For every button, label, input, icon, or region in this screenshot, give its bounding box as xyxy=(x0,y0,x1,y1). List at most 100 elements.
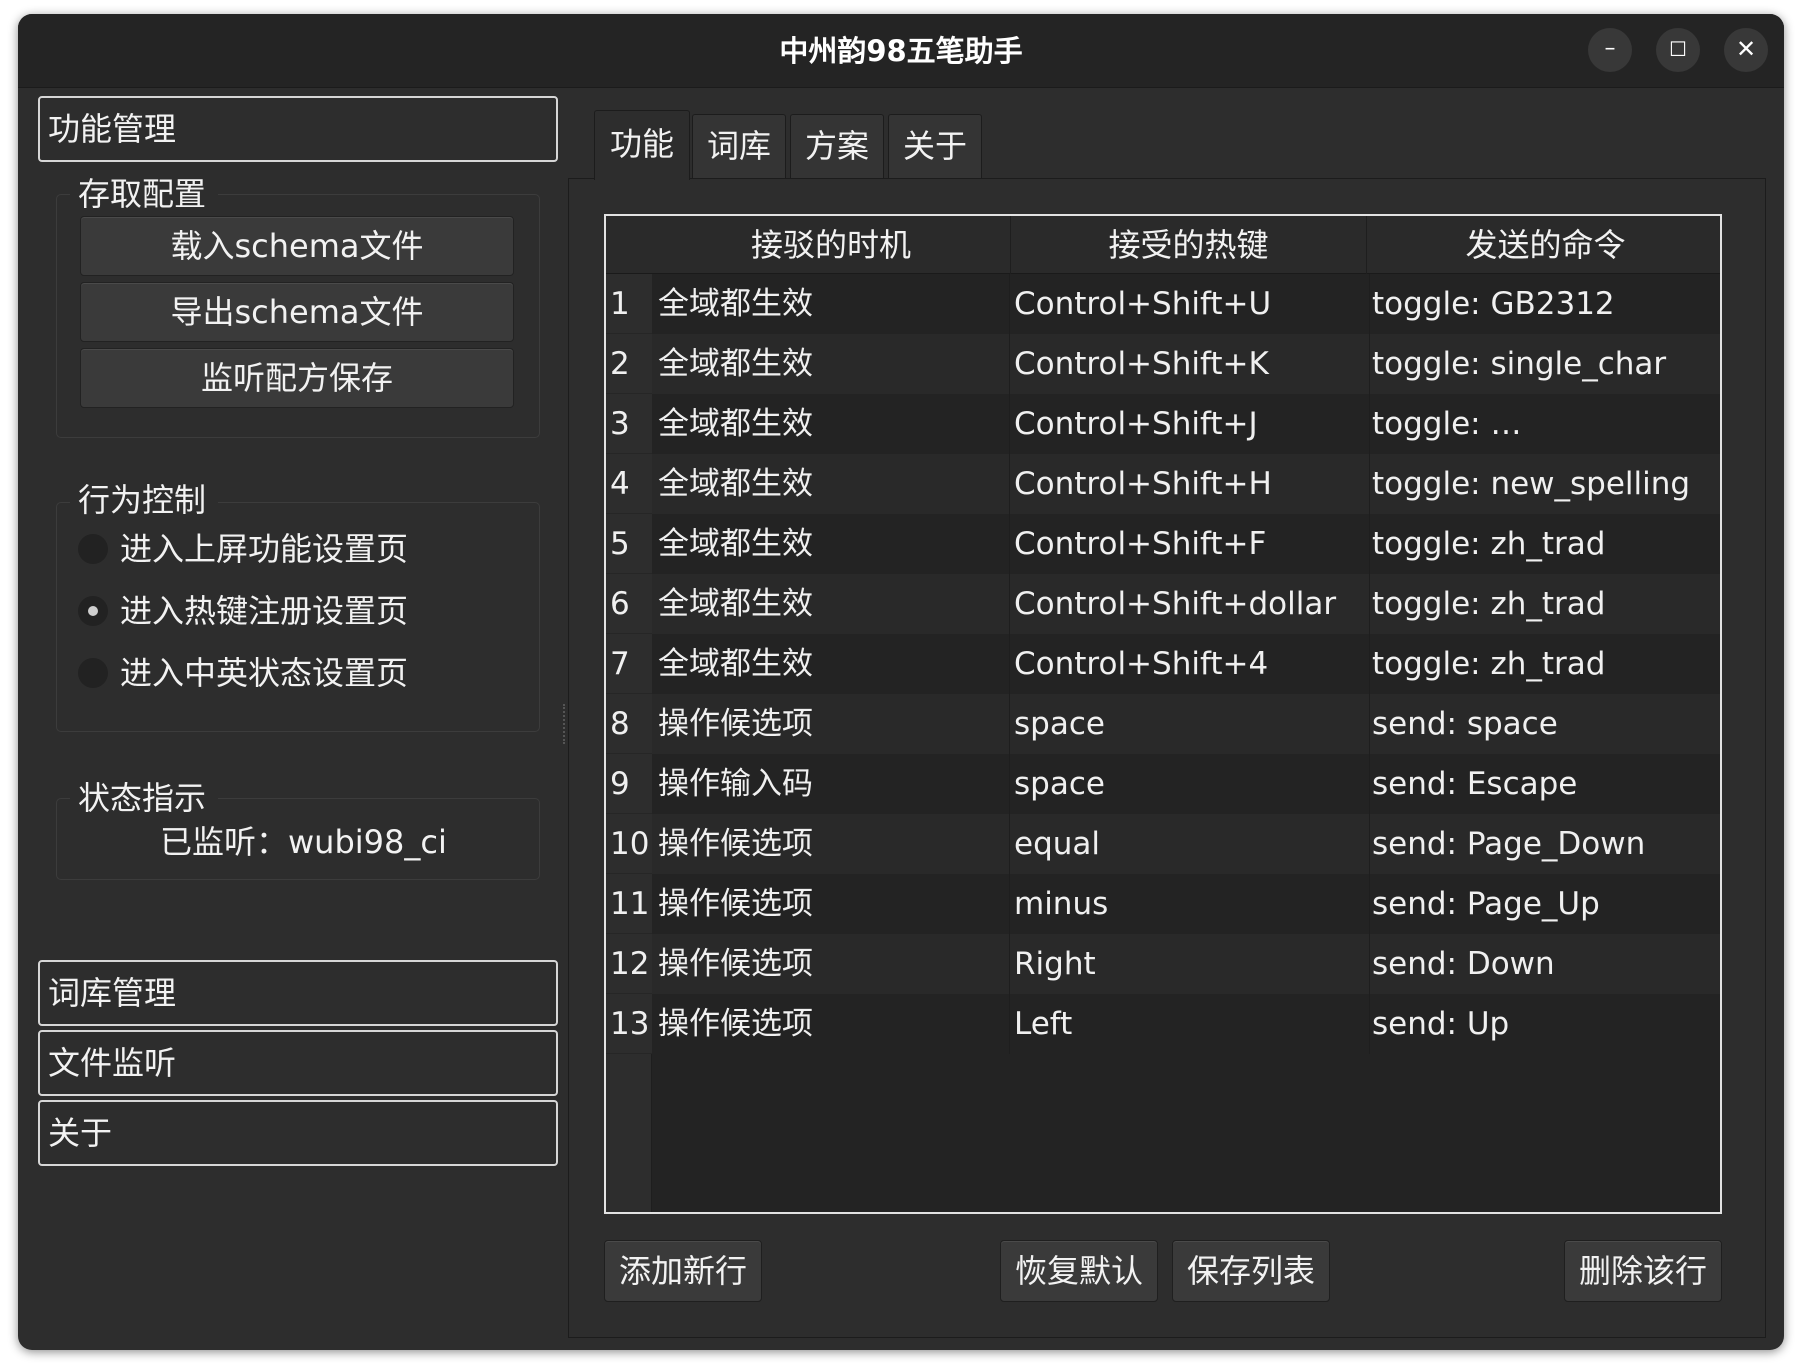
export-schema-button[interactable]: 导出schema文件 xyxy=(80,282,514,342)
cell-timing[interactable]: 全域都生效 xyxy=(658,394,1010,454)
table-header: 接驳的时机 接受的热键 发送的命令 xyxy=(606,216,1720,274)
function-mgmt-button[interactable]: 功能管理 xyxy=(38,96,558,162)
cell-hotkey[interactable]: Control+Shift+K xyxy=(1014,334,1370,394)
column-header-hotkey[interactable]: 接受的热键 xyxy=(1010,216,1366,274)
cell-hotkey[interactable]: equal xyxy=(1014,814,1370,874)
table-row[interactable]: 6 全域都生效 Control+Shift+dollar toggle: zh_tra… xyxy=(606,574,1720,634)
table-row[interactable]: 7 全域都生效 Control+Shift+4 toggle: zh_trad xyxy=(606,634,1720,694)
row-number[interactable]: 11 xyxy=(606,874,652,934)
cell-command[interactable]: toggle: new_spelling xyxy=(1372,454,1720,514)
table-row[interactable]: 5 全域都生效 Control+Shift+F toggle: zh_trad xyxy=(606,514,1720,574)
cell-command[interactable]: toggle: zh_trad xyxy=(1372,634,1720,694)
about-button[interactable]: 关于 xyxy=(38,1100,558,1166)
cell-timing[interactable]: 全域都生效 xyxy=(658,634,1010,694)
cell-hotkey[interactable]: Control+Shift+F xyxy=(1014,514,1370,574)
splitter-handle[interactable] xyxy=(563,704,567,744)
cell-timing[interactable]: 全域都生效 xyxy=(658,334,1010,394)
file-watch-button[interactable]: 文件监听 xyxy=(38,1030,558,1096)
radio-checked-icon[interactable] xyxy=(78,596,108,626)
cell-hotkey[interactable]: Left xyxy=(1014,994,1370,1054)
cell-hotkey[interactable]: Control+Shift+H xyxy=(1014,454,1370,514)
behavior-group-title: 行为控制 xyxy=(70,480,219,520)
radio-label: 进入中英状态设置页 xyxy=(120,654,409,692)
row-number[interactable]: 4 xyxy=(606,454,652,514)
delete-row-button[interactable]: 删除该行 xyxy=(1564,1240,1722,1302)
cell-timing[interactable]: 操作候选项 xyxy=(658,874,1010,934)
cell-command[interactable]: send: Up xyxy=(1372,994,1720,1054)
table-row[interactable]: 2 全域都生效 Control+Shift+K toggle: single_char xyxy=(606,334,1720,394)
table-row[interactable]: 12 操作候选项 Right send: Down xyxy=(606,934,1720,994)
tab-function[interactable]: 功能 xyxy=(594,110,690,180)
cell-command[interactable]: toggle: zh_trad xyxy=(1372,574,1720,634)
tab-about[interactable]: 关于 xyxy=(888,114,982,178)
cell-hotkey[interactable]: minus xyxy=(1014,874,1370,934)
table-row[interactable]: 8 操作候选项 space send: space xyxy=(606,694,1720,754)
row-number[interactable]: 5 xyxy=(606,514,652,574)
cell-hotkey[interactable]: Right xyxy=(1014,934,1370,994)
row-number[interactable]: 6 xyxy=(606,574,652,634)
window-title: 中州韵98五笔助手 xyxy=(779,34,1023,68)
table-row[interactable]: 9 操作输入码 space send: Escape xyxy=(606,754,1720,814)
column-header-command[interactable]: 发送的命令 xyxy=(1366,216,1720,274)
cell-command[interactable]: send: Down xyxy=(1372,934,1720,994)
column-header-timing[interactable]: 接驳的时机 xyxy=(652,216,1010,274)
cell-hotkey[interactable]: space xyxy=(1014,694,1370,754)
radio-unchecked-icon[interactable] xyxy=(78,534,108,564)
radio-label: 进入热键注册设置页 xyxy=(120,592,409,630)
cell-timing[interactable]: 全域都生效 xyxy=(658,514,1010,574)
row-number[interactable]: 13 xyxy=(606,994,652,1054)
row-number[interactable]: 2 xyxy=(606,334,652,394)
cell-timing[interactable]: 操作候选项 xyxy=(658,814,1010,874)
add-row-button[interactable]: 添加新行 xyxy=(604,1240,762,1302)
table-row[interactable]: 13 操作候选项 Left send: Up xyxy=(606,994,1720,1054)
watch-save-button[interactable]: 监听配方保存 xyxy=(80,348,514,408)
table-row[interactable]: 11 操作候选项 minus send: Page_Up xyxy=(606,874,1720,934)
cell-command[interactable]: send: Page_Up xyxy=(1372,874,1720,934)
cell-timing[interactable]: 操作候选项 xyxy=(658,994,1010,1054)
cell-hotkey[interactable]: Control+Shift+4 xyxy=(1014,634,1370,694)
radio-label: 进入上屏功能设置页 xyxy=(120,530,409,568)
hotkey-table: 接驳的时机 接受的热键 发送的命令 1 全域都生效 Control+Shift+U t… xyxy=(604,214,1722,1214)
cell-timing[interactable]: 全域都生效 xyxy=(658,574,1010,634)
dict-mgmt-button[interactable]: 词库管理 xyxy=(38,960,558,1026)
row-number[interactable]: 8 xyxy=(606,694,652,754)
cell-timing[interactable]: 操作输入码 xyxy=(658,754,1010,814)
restore-default-button[interactable]: 恢复默认 xyxy=(1000,1240,1158,1302)
cell-command[interactable]: send: space xyxy=(1372,694,1720,754)
cell-timing[interactable]: 操作候选项 xyxy=(658,934,1010,994)
tab-scheme[interactable]: 方案 xyxy=(790,114,884,178)
cell-command[interactable]: toggle: GB2312 xyxy=(1372,274,1720,334)
maximize-icon[interactable]: ☐ xyxy=(1656,28,1700,72)
save-list-button[interactable]: 保存列表 xyxy=(1172,1240,1330,1302)
load-schema-button[interactable]: 载入schema文件 xyxy=(80,216,514,276)
cell-command[interactable]: toggle: single_char xyxy=(1372,334,1720,394)
cell-hotkey[interactable]: space xyxy=(1014,754,1370,814)
row-number[interactable]: 1 xyxy=(606,274,652,334)
cell-command[interactable]: toggle: zh_trad xyxy=(1372,514,1720,574)
title-bar: 中州韵98五笔助手 – ☐ ✕ xyxy=(18,14,1784,88)
table-row[interactable]: 1 全域都生效 Control+Shift+U toggle: GB2312 xyxy=(606,274,1720,334)
row-number[interactable]: 7 xyxy=(606,634,652,694)
row-number[interactable]: 3 xyxy=(606,394,652,454)
cell-timing[interactable]: 全域都生效 xyxy=(658,454,1010,514)
cell-hotkey[interactable]: Control+Shift+J xyxy=(1014,394,1370,454)
cell-command[interactable]: send: Page_Down xyxy=(1372,814,1720,874)
table-row[interactable]: 10 操作候选项 equal send: Page_Down xyxy=(606,814,1720,874)
cell-hotkey[interactable]: Control+Shift+dollar xyxy=(1014,574,1370,634)
status-group-title: 状态指示 xyxy=(70,778,219,818)
cell-command[interactable]: send: Escape xyxy=(1372,754,1720,814)
cell-command[interactable]: toggle: … xyxy=(1372,394,1720,454)
minimize-icon[interactable]: – xyxy=(1588,28,1632,72)
close-icon[interactable]: ✕ xyxy=(1724,28,1768,72)
tab-dict[interactable]: 词库 xyxy=(692,114,786,178)
status-text: 已监听：wubi98_ci xyxy=(160,823,447,861)
row-number[interactable]: 10 xyxy=(606,814,652,874)
table-row[interactable]: 3 全域都生效 Control+Shift+J toggle: … xyxy=(606,394,1720,454)
cell-hotkey[interactable]: Control+Shift+U xyxy=(1014,274,1370,334)
table-row[interactable]: 4 全域都生效 Control+Shift+H toggle: new_spellin… xyxy=(606,454,1720,514)
row-number[interactable]: 12 xyxy=(606,934,652,994)
radio-unchecked-icon[interactable] xyxy=(78,658,108,688)
cell-timing[interactable]: 操作候选项 xyxy=(658,694,1010,754)
cell-timing[interactable]: 全域都生效 xyxy=(658,274,1010,334)
row-number[interactable]: 9 xyxy=(606,754,652,814)
